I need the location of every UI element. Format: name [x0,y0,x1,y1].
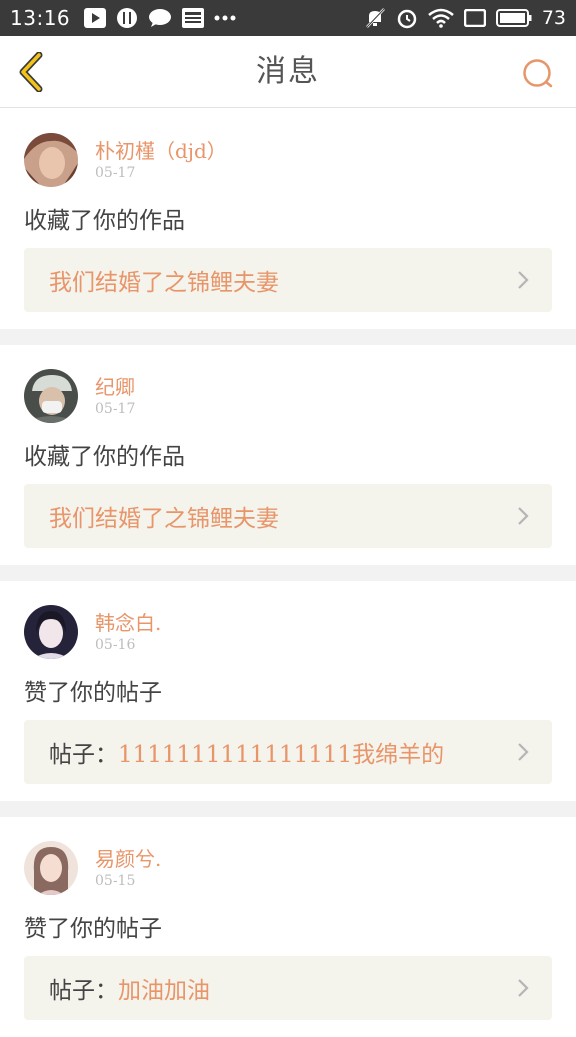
post-link[interactable]: 帖子： 加油加油 [24,956,552,1020]
link-prefix: 帖子： [49,978,118,1004]
message-date: 05-17 [95,165,136,181]
chevron-right-icon [518,507,529,525]
status-right: 73 [364,7,566,29]
username[interactable]: 韩念白. [95,607,161,636]
alarm-icon [396,7,418,29]
news-icon [182,8,205,28]
more-dots-icon [214,14,236,22]
message-card: 朴初槿（djd） 05-17 收藏了你的作品 我们结婚了之锦鲤夫妻 [0,109,576,329]
cutlery-icon [116,7,138,29]
chevron-right-icon [518,979,529,997]
avatar[interactable] [24,369,78,423]
avatar[interactable] [24,133,78,187]
chevron-right-icon [518,271,529,289]
action-text: 收藏了你的作品 [24,444,185,470]
action-text: 收藏了你的作品 [24,208,185,234]
username[interactable]: 纪卿 [95,371,135,400]
chevron-right-icon [518,743,529,761]
avatar[interactable] [24,841,78,895]
message-card: 纪卿 05-17 收藏了你的作品 我们结婚了之锦鲤夫妻 [0,345,576,565]
action-text: 赞了你的帖子 [24,680,162,706]
battery-icon [495,9,532,27]
status-bar: 13:16 73 [0,0,576,36]
message-date: 05-16 [95,637,136,653]
search-button[interactable] [520,56,556,92]
avatar[interactable] [24,605,78,659]
wifi-icon [428,8,454,28]
message-card: 易颜兮. 05-15 赞了你的帖子 帖子： 加油加油 [0,817,576,1037]
status-left: 13:16 [10,6,236,30]
action-text: 赞了你的帖子 [24,916,162,942]
link-title: 1111111111111111我绵羊的 [118,742,445,768]
link-title: 我们结婚了之锦鲤夫妻 [49,506,279,532]
message-date: 05-15 [95,873,136,889]
battery-percent: 73 [541,7,566,29]
chat-bubble-icon [148,8,172,28]
play-icon [84,8,107,28]
message-card: 韩念白. 05-16 赞了你的帖子 帖子： 1111111111111111我绵… [0,581,576,801]
username[interactable]: 朴初槿（djd） [95,135,227,164]
mute-icon [364,7,386,29]
link-title: 加油加油 [118,978,210,1004]
header-bar: 消息 [0,36,576,108]
username[interactable]: 易颜兮. [95,843,161,872]
screen-icon [463,9,486,27]
page-title: 消息 [256,54,320,89]
search-icon [523,59,553,88]
post-link[interactable]: 帖子： 1111111111111111我绵羊的 [24,720,552,784]
message-list: 朴初槿（djd） 05-17 收藏了你的作品 我们结婚了之锦鲤夫妻 纪卿 05-… [0,109,576,1037]
divider [0,801,576,817]
work-link[interactable]: 我们结婚了之锦鲤夫妻 [24,484,552,548]
divider [0,329,576,345]
work-link[interactable]: 我们结婚了之锦鲤夫妻 [24,248,552,312]
status-time: 13:16 [10,6,71,30]
link-prefix: 帖子： [49,742,118,768]
link-title: 我们结婚了之锦鲤夫妻 [49,270,279,296]
message-date: 05-17 [95,401,136,417]
divider [0,565,576,581]
